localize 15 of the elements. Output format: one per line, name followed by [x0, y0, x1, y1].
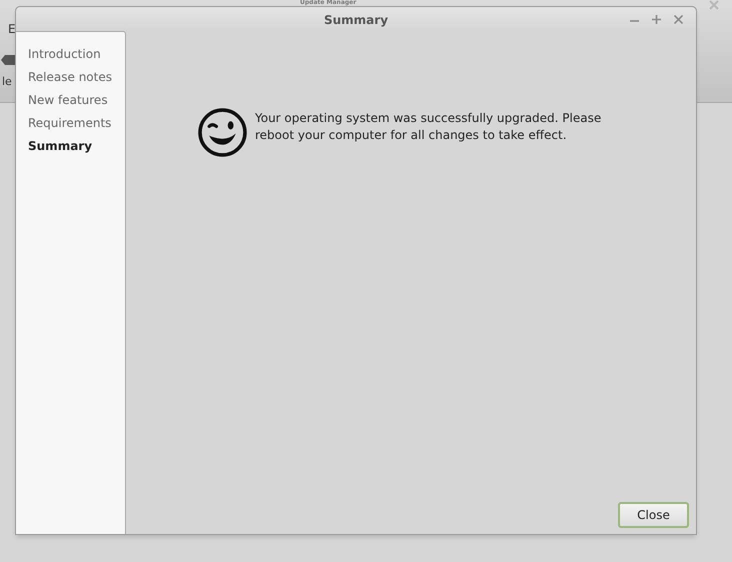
sidebar-item[interactable]: New features [28, 91, 108, 109]
backspace-icon[interactable] [1, 55, 15, 65]
close-button[interactable]: Close [618, 502, 689, 528]
menu-item[interactable]: E [8, 20, 16, 38]
sidebar-item[interactable]: Release notes [28, 68, 112, 86]
message-text: Your operating system was successfully upgraded. Please reboot your computer for all changes to take effect. [255, 110, 602, 144]
sidebar-item[interactable]: Requirements [28, 114, 112, 132]
toolbar-button[interactable]: le [2, 74, 12, 90]
maximize-icon[interactable] [652, 14, 661, 24]
smiley-icon [198, 108, 247, 157]
close-icon[interactable] [674, 14, 683, 24]
dialog-title: Summary [322, 12, 390, 29]
close-icon[interactable] [709, 0, 719, 10]
sidebar-item[interactable]: Introduction [28, 45, 101, 63]
sidebar-item[interactable]: Summary [28, 137, 92, 155]
